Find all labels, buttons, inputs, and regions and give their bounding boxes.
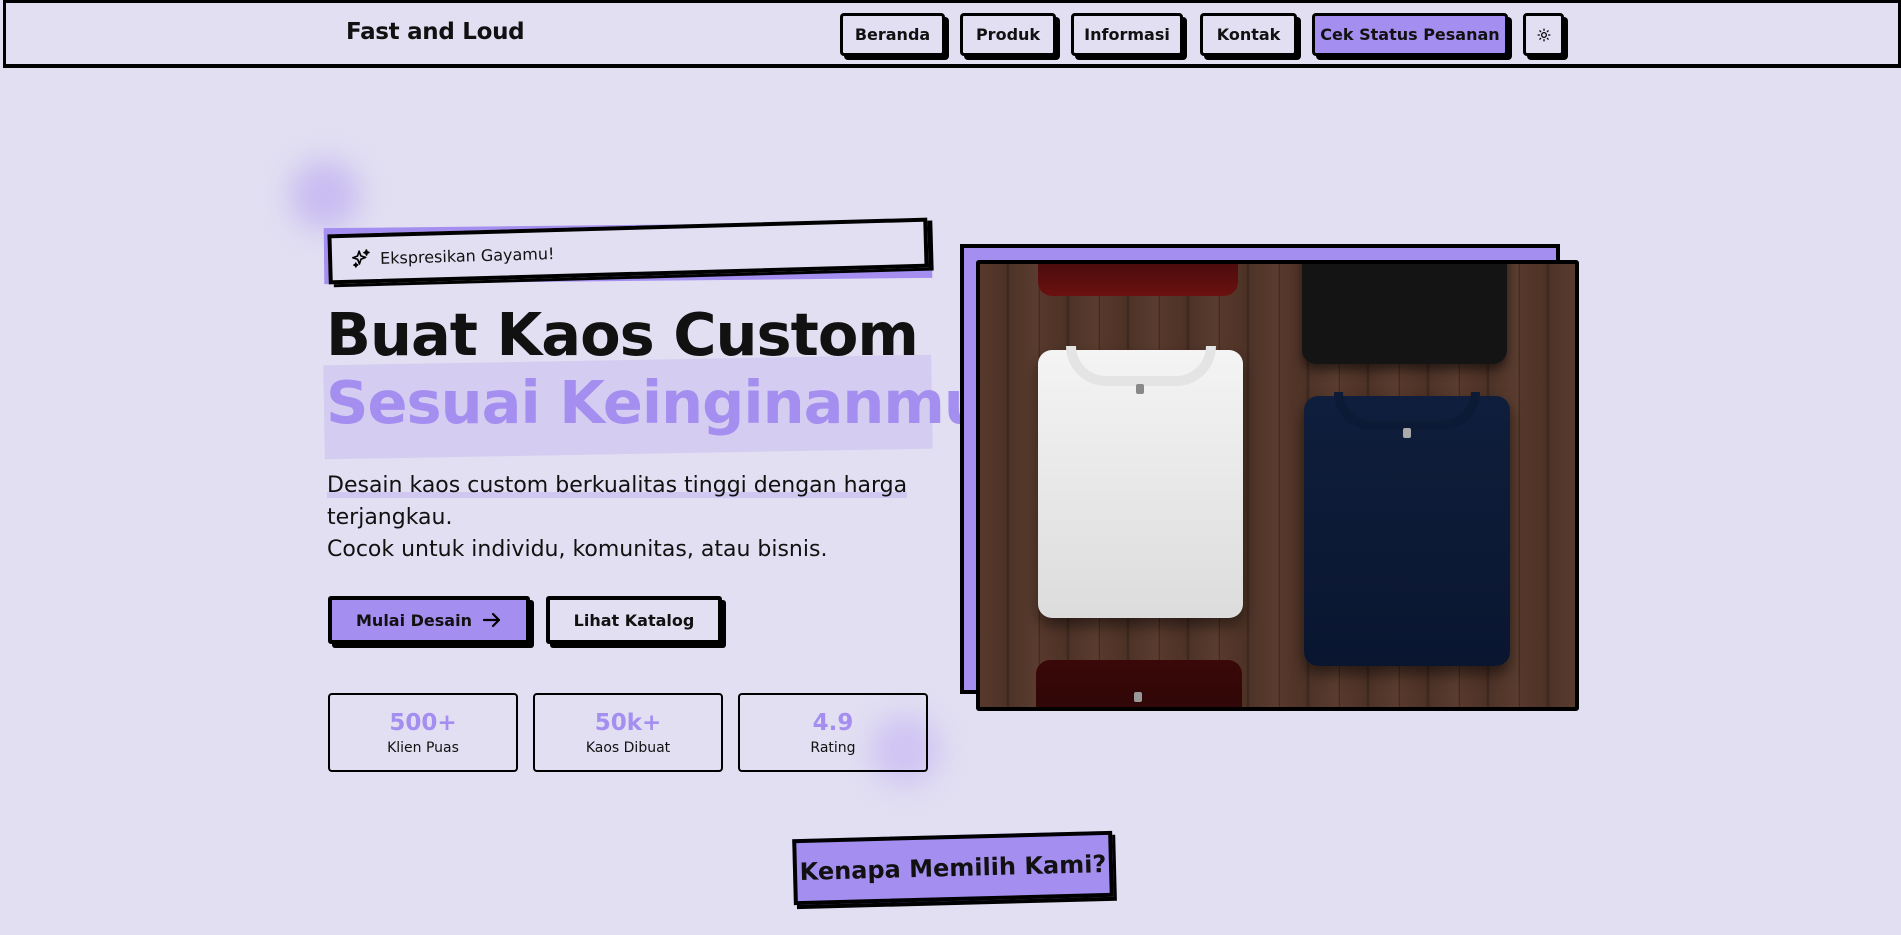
tag-label [1134, 692, 1142, 702]
start-design-button[interactable]: Mulai Desain [328, 596, 530, 644]
sun-icon [1537, 28, 1550, 41]
stat-label: Klien Puas [387, 740, 459, 756]
nav-beranda[interactable]: Beranda [840, 13, 945, 56]
stat-label: Kaos Dibuat [585, 740, 671, 756]
tshirt-black [1302, 264, 1507, 364]
stat-value: 500+ [389, 710, 457, 736]
stat-card: 50k+ Kaos Dibuat [533, 693, 723, 772]
stat-value: 50k+ [594, 710, 662, 736]
arrow-right-icon [482, 612, 501, 628]
tag-label [1403, 428, 1411, 438]
tshirt-red-top [1038, 264, 1238, 296]
navbar: Fast and Loud Beranda Produk Informasi K… [3, 0, 1901, 68]
sparkles-icon [352, 249, 370, 268]
start-design-label: Mulai Desain [356, 610, 472, 630]
why-choose-us-heading: Kenapa Memilih Kami? [792, 830, 1114, 906]
hero-title-accent: Sesuai Keinginanmu [326, 368, 986, 437]
nav-kontak[interactable]: Kontak [1200, 13, 1297, 56]
view-catalog-label: Lihat Katalog [573, 610, 695, 630]
nav-informasi[interactable]: Informasi [1071, 13, 1183, 56]
tag-label [1136, 384, 1144, 394]
theme-toggle-button[interactable] [1523, 13, 1564, 56]
stat-card: 500+ Klien Puas [328, 693, 518, 772]
hero-description-line: Desain kaos custom berkualitas tinggi de… [327, 473, 908, 530]
hero-description-line: Cocok untuk individu, komunitas, atau bi… [327, 537, 828, 562]
stat-card: 4.9 Rating [738, 693, 928, 772]
tshirt-navy [1304, 392, 1510, 666]
nav-produk[interactable]: Produk [960, 13, 1056, 56]
brand-logo-text[interactable]: Fast and Loud [346, 19, 525, 45]
tshirt-maroon-bottom [1036, 660, 1242, 707]
stat-label: Rating [810, 740, 856, 756]
decorative-blob [290, 160, 360, 230]
tshirt-white [1038, 346, 1243, 618]
collar [1334, 392, 1480, 430]
hero-tag-label: Ekspresikan Gayamu! [379, 243, 555, 268]
check-order-status-button[interactable]: Cek Status Pesanan [1312, 13, 1508, 56]
hero-image-tshirts [976, 260, 1579, 711]
view-catalog-button[interactable]: Lihat Katalog [546, 596, 722, 644]
hero-description: Desain kaos custom berkualitas tinggi de… [327, 470, 947, 566]
collar [1066, 346, 1216, 386]
stat-value: 4.9 [812, 710, 854, 736]
